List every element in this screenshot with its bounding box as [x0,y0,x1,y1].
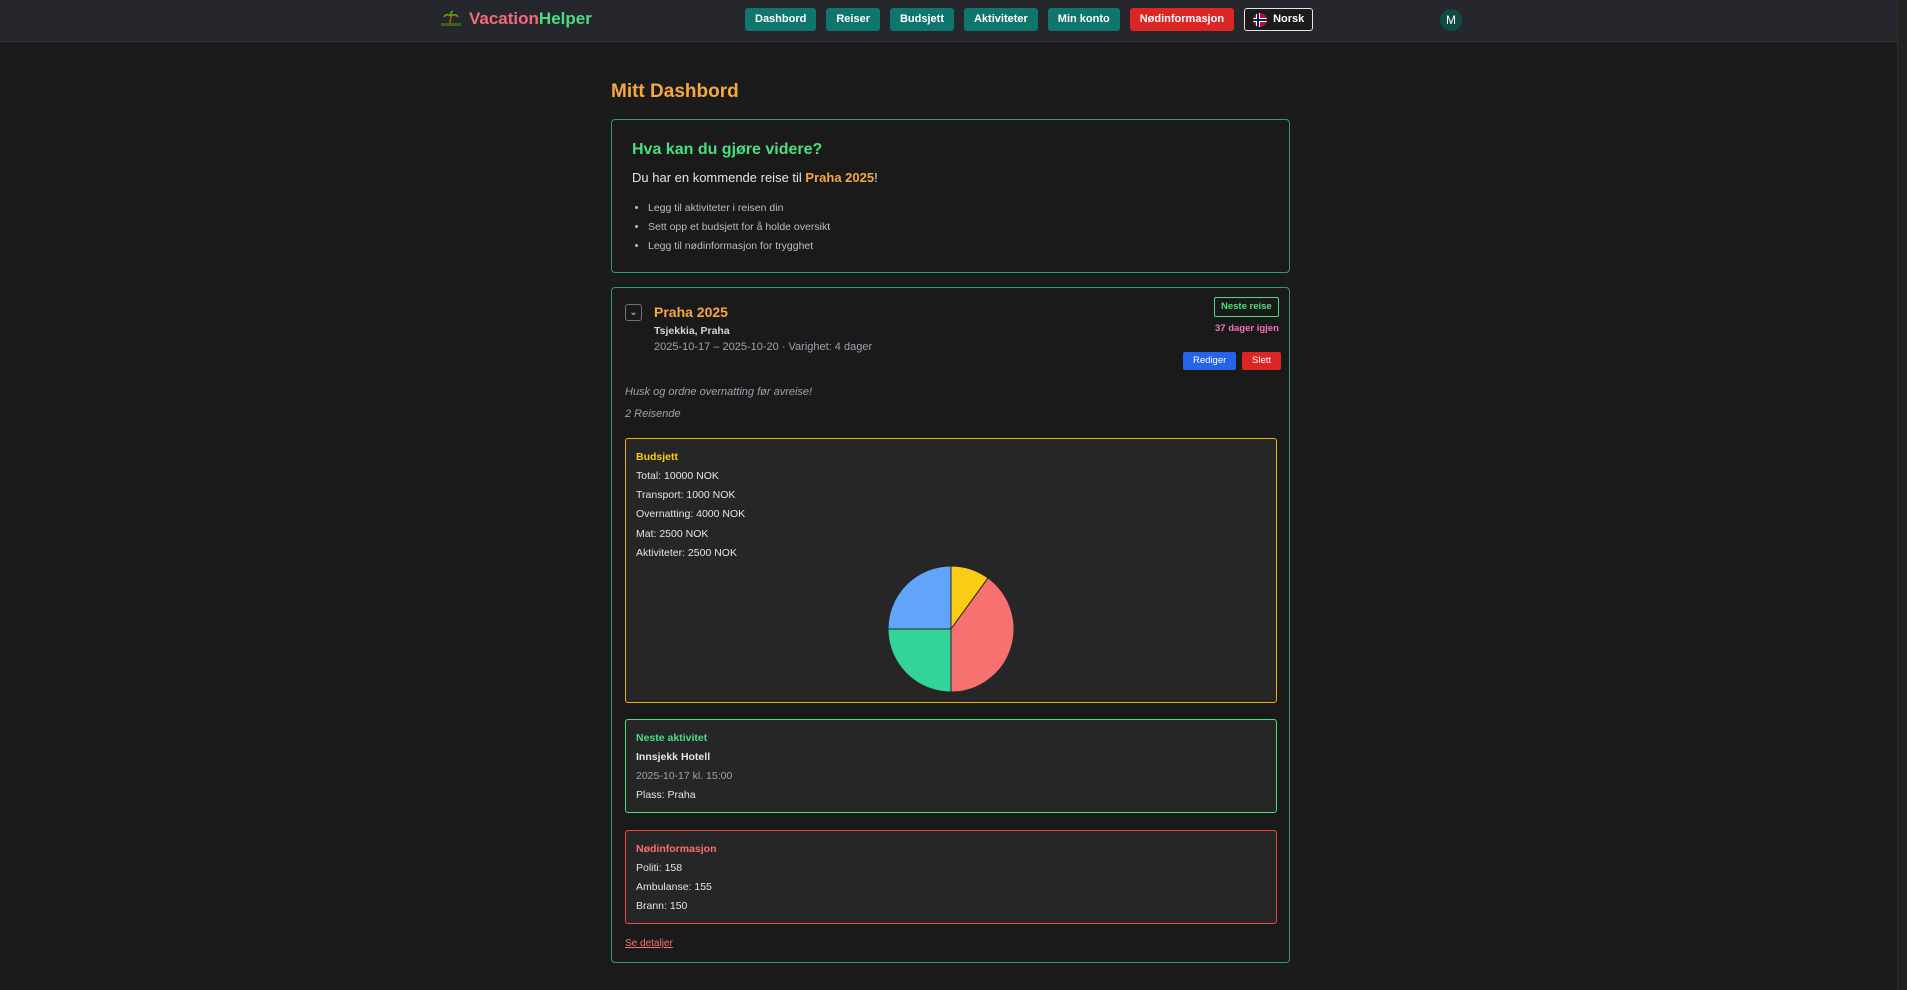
budget-accommodation: Overnatting: 4000 NOK [636,508,746,520]
pie-slice-aktiviteter [887,565,952,630]
nav-dashboard[interactable]: Dashbord [745,8,817,31]
next-trip-badge: Neste reise [1214,297,1279,317]
activity-place: Plass: Praha [636,789,696,801]
budget-food: Mat: 2500 NOK [636,528,709,540]
list-item: Legg til nødinformasjon for trygghet [648,237,830,256]
app-name-part2: Helper [538,9,592,28]
app-logo[interactable]: VacationHelper [441,9,592,29]
delete-button[interactable]: Slett [1242,352,1282,370]
nav-emergency[interactable]: Nødinformasjon [1129,8,1235,31]
budget-total: Total: 10000 NOK [636,470,719,482]
lead-trip-name: Praha 2025 [805,170,875,185]
edit-button[interactable]: Rediger [1183,352,1237,370]
emergency-fire: Brann: 150 [636,900,688,912]
page-scrollbar[interactable] [1897,0,1907,990]
next-steps-lead: Du har en kommende reise til Praha 2025! [632,170,878,185]
budget-transport: Transport: 1000 NOK [636,489,736,501]
trip-note: Husk og ordne overnatting før avreise! [625,386,813,398]
palm-tree-icon [441,10,461,26]
nav-budget[interactable]: Budsjett [889,8,954,31]
trip-title: Praha 2025 [654,304,728,320]
pie-slice-mat [887,628,952,693]
main-nav: Dashbord Reiser Budsjett Aktiviteter Min… [745,8,1314,31]
user-avatar[interactable]: M [1440,9,1462,31]
list-item: Legg til aktiviteter i reisen din [648,199,830,218]
chevron-down-icon: ⌄ [629,307,638,318]
activity-name: Innsjekk Hotell [636,751,711,763]
language-label: Norsk [1273,13,1305,25]
language-selector[interactable]: Norsk [1244,8,1314,31]
next-activity-section: Neste aktivitet Innsjekk Hotell 2025-10-… [625,719,1277,813]
lead-suffix: ! [874,170,878,185]
budget-section: Budsjett Total: 10000 NOK Transport: 100… [625,438,1277,703]
travelers-count: 2 Reisende [625,408,681,420]
next-steps-list: Legg til aktiviteter i reisen din Sett o… [632,199,830,256]
nav-account[interactable]: Min konto [1047,8,1120,31]
top-navbar: VacationHelper Dashbord Reiser Budsjett … [0,0,1907,42]
collapse-toggle-button[interactable]: ⌄ [625,304,642,321]
budget-title: Budsjett [636,451,678,463]
days-left: 37 dager igjen [1215,323,1279,334]
emergency-section: Nødinformasjon Politi: 158 Ambulanse: 15… [625,830,1277,924]
app-name-part1: Vacation [469,9,539,28]
trip-card: ⌄ Praha 2025 Tsjekkia, Praha 2025-10-17 … [611,287,1290,963]
emergency-police: Politi: 158 [636,862,683,874]
emergency-title: Nødinformasjon [636,843,717,855]
page-title: Mitt Dashbord [611,81,739,102]
emergency-ambulance: Ambulanse: 155 [636,881,712,893]
lead-prefix: Du har en kommende reise til [632,170,806,185]
see-details-link[interactable]: Se detaljer [625,938,673,949]
activity-datetime: 2025-10-17 kl. 15:00 [636,770,733,782]
norway-flag-icon [1253,12,1268,27]
nav-activities[interactable]: Aktiviteter [963,8,1038,31]
app-name: VacationHelper [469,9,592,29]
budget-activities: Aktiviteter: 2500 NOK [636,547,737,559]
budget-pie-chart [887,565,1015,693]
trip-location: Tsjekkia, Praha [654,325,730,337]
next-activity-title: Neste aktivitet [636,732,708,744]
list-item: Sett opp et budsjett for å holde oversik… [648,218,830,237]
nav-trips[interactable]: Reiser [826,8,880,31]
next-steps-heading: Hva kan du gjøre videre? [632,141,823,158]
trip-dates: 2025-10-17 – 2025-10-20 · Varighet: 4 da… [654,341,873,353]
next-steps-card: Hva kan du gjøre videre? Du har en komme… [611,119,1290,273]
